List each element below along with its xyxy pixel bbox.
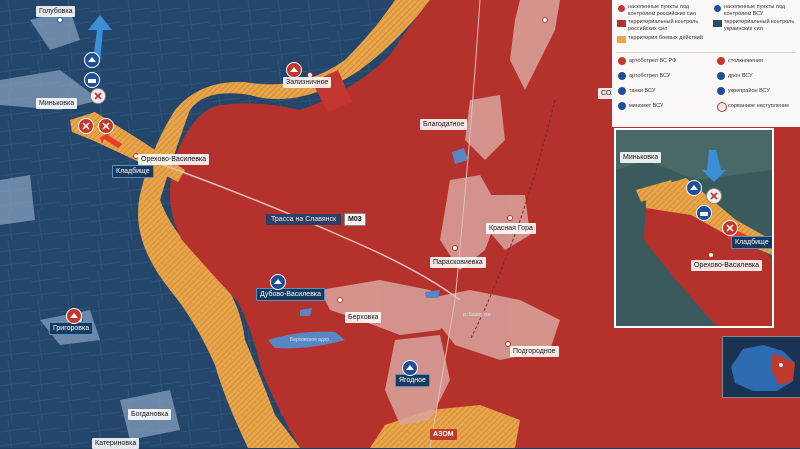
clash-icon [98, 118, 114, 134]
town-label-berkhovka: Берховка [345, 312, 382, 323]
ua-artillery-icon [84, 52, 100, 68]
town-label-orekhovo: Орехово-Василевка [138, 154, 210, 165]
legend-label-fort: укрепрайон ВСУ [728, 88, 770, 94]
town-label-dubovo: Дубово-Василевка [256, 288, 326, 301]
town-label-minkovka: Миньковка [36, 98, 78, 109]
legend-label-ru-artillery: артобстрел ВС РФ [629, 58, 677, 64]
town-label-kladbishche: Кладбище [112, 165, 154, 178]
town-label-krasnaya-gora: Красная Гора [486, 223, 536, 234]
ua-artillery-icon-yagodnoe [402, 360, 418, 376]
town-label-grigorovka: Григоровка [49, 322, 94, 335]
legend-tank-icon [618, 87, 626, 95]
ua-artillery-icon-dubovo [270, 274, 286, 290]
inset-zoom-map[interactable]: Миньковка Кладбище Орехово-Василевка [614, 128, 774, 328]
legend-label-combat: территория боевых действий [628, 35, 703, 41]
legend-label-mortar: миномет ВСУ [629, 103, 664, 109]
legend-swatch-ru-towns [618, 5, 625, 12]
minimap-canvas [731, 345, 795, 391]
inset-tank-icon [696, 205, 712, 221]
reservoir-label: Берховское вдхр. [290, 337, 331, 343]
inset-label-minkovka: Миньковка [620, 152, 662, 163]
overview-minimap[interactable] [722, 336, 800, 398]
town-label-azom: АЗОМ [430, 429, 457, 440]
ru-artillery-icon [286, 62, 302, 78]
town-label-blagodatnoe: Благодатное [420, 119, 468, 130]
legend-label-drone: дрон ВСУ [728, 73, 753, 79]
inset-clash-icon [722, 220, 738, 236]
legend-label-ua-artillery: артобстрел ВСУ [629, 73, 671, 79]
ru-artillery-icon-grigorovka [66, 308, 82, 324]
road-code: М03 [344, 213, 366, 226]
legend-swatch-ua-territory [713, 20, 722, 27]
town-label-podgorodnoe: Подгородное [510, 346, 559, 357]
town-label-katerinovka: Катериновка [92, 438, 140, 449]
inset-thwarted-icon [706, 188, 722, 204]
legend-swatch-ua-towns [714, 5, 721, 12]
map-legend: населенные пункты под контролем российск… [612, 0, 800, 127]
ua-tank-icon [84, 72, 100, 88]
legend-label-clash: столкновения [728, 58, 763, 64]
town-label-paraskovievka: Парасковиевка [430, 257, 486, 268]
town-label-zalizhnichnoe: Зализничное [283, 77, 332, 88]
legend-x-icon [717, 102, 727, 112]
legend-label-ua-towns: населенные пункты под контролем ВСУ [724, 4, 785, 17]
legend-clash-icon [717, 57, 725, 65]
river-label: р. Бахмутка [463, 312, 491, 318]
legend-label-ua-territory: территориальный контроль украинских сил [724, 19, 795, 32]
town-label-yagodnoe: Ягодное [395, 374, 430, 387]
legend-label-x: сорванное наступление [728, 103, 790, 109]
town-label-golubovka: Голубовка [36, 6, 76, 17]
legend-separator [616, 52, 796, 53]
legend-label-ru-territory: территориальный контроль российских сил [628, 19, 699, 32]
legend-fort-icon [717, 87, 725, 95]
legend-label-tank: танки ВСУ [629, 88, 656, 94]
inset-ua-artillery-icon [686, 180, 702, 196]
legend-mortar-icon [618, 102, 626, 110]
legend-drone-icon [717, 72, 725, 80]
inset-label-kladbishche: Кладбище [731, 236, 772, 249]
clash-icon-2 [78, 118, 94, 134]
town-label-bogdanovka: Богдановка [128, 409, 172, 420]
legend-label-ru-towns: населенные пункты под контролем российск… [628, 4, 696, 17]
legend-swatch-ru-territory [617, 20, 626, 27]
road-label: Трасса на Славянск [266, 214, 342, 225]
legend-ua-artillery-icon [618, 72, 626, 80]
legend-swatch-combat [617, 36, 626, 43]
thwarted-offensive-icon [90, 88, 106, 104]
legend-ru-artillery-icon [618, 57, 626, 65]
inset-label-orekhovo: Орехово-Василевка [691, 260, 763, 271]
